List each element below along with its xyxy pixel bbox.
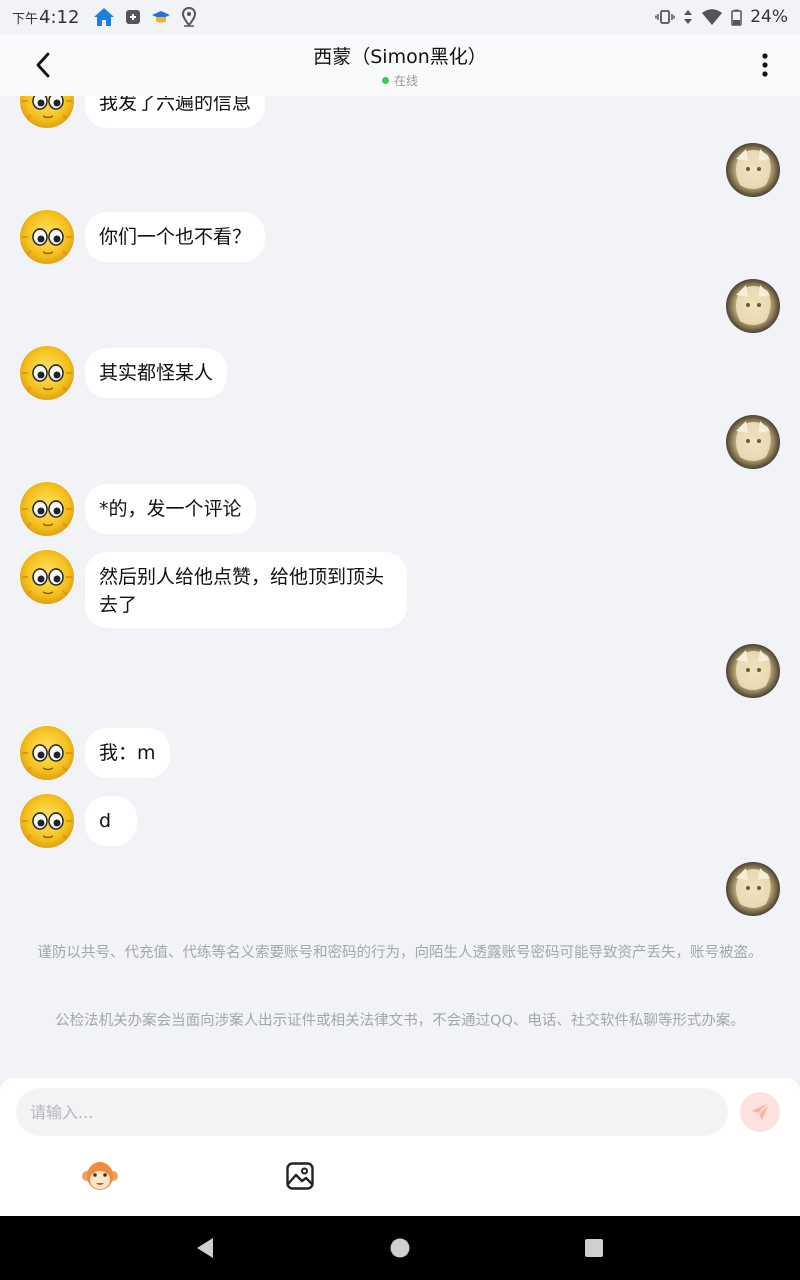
- back-button[interactable]: [26, 48, 60, 82]
- message-bubble[interactable]: 其实都怪某人: [85, 348, 228, 398]
- app-badge-icon: [126, 10, 141, 24]
- status-time: 下午 4:12: [12, 7, 79, 28]
- status-clock: 4:12: [39, 6, 80, 28]
- nav-back-button[interactable]: [193, 1236, 217, 1260]
- online-status: 在线: [313, 72, 487, 89]
- send-icon: [751, 1102, 770, 1121]
- message-input[interactable]: [16, 1088, 728, 1136]
- message-bubble[interactable]: 我发了六遍的信息: [85, 96, 266, 128]
- monkey-emoji-icon: [82, 1162, 118, 1190]
- my-avatar[interactable]: [726, 862, 780, 916]
- my-avatar[interactable]: [726, 279, 780, 333]
- send-button[interactable]: [740, 1092, 780, 1132]
- contact-avatar[interactable]: [20, 482, 74, 536]
- image-button[interactable]: [280, 1156, 320, 1196]
- contact-avatar[interactable]: [20, 346, 74, 400]
- security-notice: 谨防以共号、代充值、代练等名义索要账号和密码的行为，向陌生人透露账号密码可能导致…: [37, 945, 763, 961]
- chat-header: 西蒙（Simon黑化） 在线: [0, 34, 800, 96]
- home-icon: [94, 8, 115, 26]
- vibrate-icon: [655, 10, 675, 24]
- battery-percent: 24%: [750, 7, 788, 27]
- chat-title: 西蒙（Simon黑化）: [313, 45, 487, 68]
- my-avatar[interactable]: [726, 143, 780, 197]
- my-avatar[interactable]: [726, 644, 780, 698]
- message-bubble[interactable]: d: [85, 796, 137, 846]
- my-avatar[interactable]: [726, 415, 780, 469]
- battery-icon: [731, 9, 742, 26]
- more-vertical-icon: [762, 53, 768, 77]
- online-status-label: 在线: [393, 73, 418, 88]
- location-pin-icon: [182, 7, 197, 27]
- contact-avatar[interactable]: [20, 550, 74, 604]
- system-nav-bar: [0, 1216, 800, 1280]
- status-system-icons: 24%: [655, 7, 788, 27]
- chat-title-block: 西蒙（Simon黑化） 在线: [313, 42, 487, 89]
- contact-avatar[interactable]: [20, 210, 74, 264]
- wifi-icon: [702, 8, 723, 25]
- message-bubble[interactable]: 然后别人给他点赞，给他顶到顶头去了: [85, 552, 407, 628]
- graduation-cap-icon: [152, 11, 171, 23]
- message-bubble[interactable]: 我：m: [85, 728, 170, 778]
- status-notification-icons: [93, 7, 197, 27]
- contact-avatar[interactable]: [20, 794, 74, 848]
- circle-home-icon: [390, 1238, 410, 1258]
- status-ampm: 下午: [12, 11, 39, 27]
- message-list[interactable]: 我发了六遍的信息 哦 你们一个也不看？ 没 其实都怪某人 🤣 *的，发一个评论 …: [0, 96, 800, 1078]
- online-dot-icon: [381, 76, 389, 84]
- message-bubble[interactable]: 你们一个也不看？: [85, 212, 266, 262]
- data-arrows-icon: [684, 10, 693, 24]
- chevron-left-icon: [36, 52, 50, 78]
- message-bubble[interactable]: *的，发一个评论: [85, 484, 256, 534]
- image-icon: [286, 1162, 314, 1190]
- more-options-button[interactable]: [748, 48, 782, 82]
- contact-avatar[interactable]: [20, 96, 74, 128]
- contact-avatar[interactable]: [20, 726, 74, 780]
- nav-recents-button[interactable]: [582, 1236, 606, 1260]
- square-recents-icon: [585, 1239, 603, 1257]
- emoji-button[interactable]: [80, 1156, 120, 1196]
- status-bar: 下午 4:12 24%: [0, 0, 800, 34]
- nav-home-button[interactable]: [388, 1236, 412, 1260]
- triangle-back-icon: [197, 1238, 213, 1258]
- legal-notice: 公检法机关办案会当面向涉案人出示证件或相关法律文书，不会通过QQ、电话、社交软件…: [55, 1013, 745, 1029]
- composer: [0, 1078, 800, 1216]
